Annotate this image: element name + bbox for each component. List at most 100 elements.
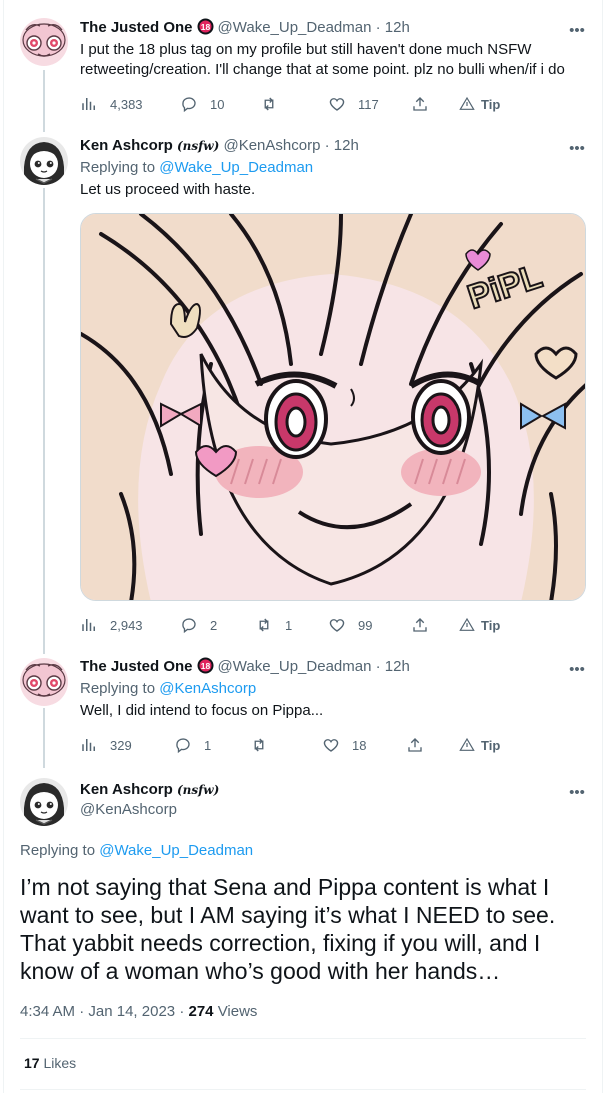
replying-to: Replying to @KenAshcorp [80, 679, 256, 699]
like-count: 99 [358, 617, 373, 633]
avatar[interactable] [20, 658, 68, 706]
reply-icon [182, 618, 196, 634]
handle[interactable]: @Wake_Up_Deadman [218, 19, 372, 36]
share-button[interactable] [406, 735, 436, 755]
retweet-button[interactable] [260, 94, 290, 114]
tweet-date[interactable]: Jan 14, 2023 [88, 1003, 175, 1020]
focused-tweet-text: I’m not saying that Sena and Pippa conte… [20, 874, 556, 984]
display-name[interactable]: The Justed One [80, 658, 193, 675]
share-icon [413, 97, 427, 111]
reply-icon [176, 738, 190, 754]
share-button[interactable] [411, 615, 441, 635]
display-name-tag: (nsfw) [176, 783, 220, 797]
share-icon [408, 738, 422, 752]
tweet-time[interactable]: 4:34 AM [20, 1003, 75, 1020]
views-button[interactable]: 4,383 [80, 94, 143, 114]
avatar[interactable] [20, 778, 68, 826]
like-button[interactable]: 18 [322, 735, 366, 755]
like-button[interactable]: 99 [328, 615, 372, 635]
timestamp[interactable]: 12h [334, 137, 359, 154]
replying-prefix: Replying to [80, 680, 156, 697]
tip-icon [459, 737, 475, 751]
retweet-count: 1 [285, 617, 293, 633]
handle[interactable]: @Wake_Up_Deadman [218, 658, 372, 675]
reply-count: 1 [204, 737, 212, 753]
avatar-image [20, 137, 68, 185]
reply-button[interactable]: 10 [180, 94, 224, 114]
tip-label: Tip [481, 96, 501, 112]
retweet-button[interactable] [250, 735, 280, 755]
tweet-header: Ken Ashcorp (nsfw) @KenAshcorp · 12h [80, 136, 359, 156]
views-count: 4,383 [110, 96, 143, 112]
more-options-icon[interactable]: ••• [568, 785, 586, 806]
thread-connector [43, 188, 45, 654]
display-name[interactable]: The Justed One [80, 19, 193, 36]
share-button[interactable] [411, 94, 441, 114]
more-options-icon[interactable]: ••• [568, 141, 586, 162]
views-count: 274 [188, 1003, 214, 1020]
likes-label: Likes [43, 1055, 77, 1071]
tweet-actions: 2,943 2 1 99 Tip [80, 615, 520, 635]
heart-icon [329, 619, 345, 632]
views-button[interactable]: 2,943 [80, 615, 143, 635]
divider [20, 1089, 586, 1090]
likes-count: 17 [24, 1055, 40, 1071]
tweet-header: The Justed One 18 @Wake_Up_Deadman · 12h [80, 18, 410, 41]
thread-connector [43, 70, 45, 132]
author-name-row: Ken Ashcorp (nsfw) [80, 780, 219, 800]
handle[interactable]: @KenAshcorp [223, 137, 320, 154]
replying-prefix: Replying to [20, 842, 96, 859]
divider [20, 1038, 586, 1039]
replying-prefix: Replying to [80, 159, 156, 176]
tip-button[interactable]: Tip [459, 735, 500, 755]
retweet-icon [254, 738, 264, 752]
replying-to: Replying to @Wake_Up_Deadman [80, 158, 313, 178]
views-button[interactable]: 329 [80, 735, 132, 755]
replying-to-link[interactable]: @KenAshcorp [159, 680, 256, 697]
reply-button[interactable]: 2 [180, 615, 217, 635]
tweet-media-image[interactable]: PiPL [80, 213, 586, 601]
retweet-button[interactable]: 1 [255, 615, 292, 635]
tip-button[interactable]: Tip [459, 615, 500, 635]
tweet-actions: 4,383 10 117 Tip [80, 94, 520, 114]
likes-summary[interactable]: 17 Likes [24, 1055, 76, 1071]
tweet-text: I put the 18 plus tag on my profile but … [80, 41, 565, 78]
tip-icon [459, 96, 475, 110]
age-18-badge-icon: 18 [197, 18, 214, 41]
more-options-icon[interactable]: ••• [568, 662, 586, 683]
like-button[interactable]: 117 [328, 94, 379, 114]
avatar[interactable] [20, 137, 68, 185]
views-icon [82, 98, 95, 110]
avatar-image [20, 658, 68, 706]
anime-artwork-image: PiPL [81, 214, 585, 600]
svg-text:18: 18 [200, 661, 210, 671]
separator-dot: · [375, 658, 381, 675]
views-label: Views [217, 1003, 258, 1020]
tip-button[interactable]: Tip [459, 94, 500, 114]
replying-to-link[interactable]: @Wake_Up_Deadman [99, 842, 253, 859]
reply-button[interactable]: 1 [174, 735, 211, 755]
timestamp[interactable]: 12h [385, 658, 410, 675]
avatar-image [20, 18, 68, 66]
tweet-actions: 329 1 18 Tip [80, 735, 520, 755]
avatar-image [20, 778, 68, 826]
svg-text:18: 18 [200, 22, 210, 32]
author-handle-row: @KenAshcorp [80, 800, 177, 820]
replying-to-link[interactable]: @Wake_Up_Deadman [159, 159, 313, 176]
age-18-badge-icon: 18 [197, 657, 214, 680]
timestamp[interactable]: 12h [385, 19, 410, 36]
retweet-icon [259, 618, 269, 632]
tip-label: Tip [481, 617, 501, 633]
avatar[interactable] [20, 18, 68, 66]
reply-count: 10 [210, 96, 225, 112]
timeline-border-right [602, 0, 603, 1093]
tweet-meta: 4:34 AM · Jan 14, 2023 · 274 Views [20, 1002, 257, 1022]
separator-dot: · [79, 1003, 85, 1020]
display-name[interactable]: Ken Ashcorp [80, 137, 173, 154]
timeline-border-left [3, 0, 4, 1093]
handle[interactable]: @KenAshcorp [80, 801, 177, 818]
tip-icon [459, 617, 475, 631]
tweet-text: Let us proceed with haste. [80, 181, 256, 198]
separator-dot: · [324, 137, 330, 154]
display-name[interactable]: Ken Ashcorp [80, 781, 173, 798]
